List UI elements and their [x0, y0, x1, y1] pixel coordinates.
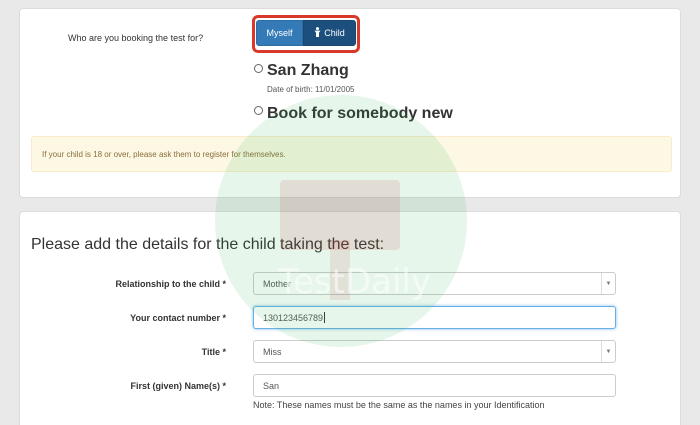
title-label: Title * [201, 347, 226, 357]
name-note: Note: These names must be the same as th… [253, 400, 545, 410]
booking-panel: Who are you booking the test for? Myself… [19, 8, 681, 198]
contact-number-input[interactable]: 130123456789 [253, 306, 616, 329]
first-name-input[interactable]: San [253, 374, 616, 397]
age-warning-alert: If your child is 18 or over, please ask … [31, 136, 672, 172]
new-person-radio[interactable] [254, 106, 263, 115]
existing-child-dob: Date of birth: 11/01/2005 [267, 85, 355, 94]
relationship-label: Relationship to the child * [115, 279, 226, 289]
child-button-label: Child [324, 28, 345, 38]
existing-child-radio[interactable] [254, 64, 263, 73]
booking-question-label: Who are you booking the test for? [68, 33, 204, 43]
myself-button-label: Myself [266, 28, 293, 38]
myself-button[interactable]: Myself [256, 20, 303, 46]
contact-number-label: Your contact number * [130, 313, 226, 323]
existing-child-name: San Zhang [267, 62, 349, 79]
caret-down-icon: ▼ [601, 273, 615, 294]
child-button[interactable]: Child [303, 20, 356, 46]
caret-down-icon: ▼ [601, 341, 615, 362]
relationship-value: Mother [263, 278, 292, 289]
title-value: Miss [263, 346, 282, 357]
new-person-label: Book for somebody new [267, 105, 453, 122]
text-cursor [324, 312, 326, 323]
booking-for-toggle: Myself Child [256, 20, 356, 46]
first-name-label: First (given) Name(s) * [130, 381, 226, 391]
first-name-value: San [263, 380, 280, 391]
alert-text: If your child is 18 or over, please ask … [42, 149, 286, 159]
child-details-panel: Please add the details for the child tak… [19, 211, 681, 425]
details-heading: Please add the details for the child tak… [31, 236, 385, 253]
relationship-select[interactable]: Mother ▼ [253, 272, 616, 295]
child-figure-icon [314, 26, 321, 40]
title-select[interactable]: Miss ▼ [253, 340, 616, 363]
contact-number-value: 130123456789 [263, 312, 324, 323]
